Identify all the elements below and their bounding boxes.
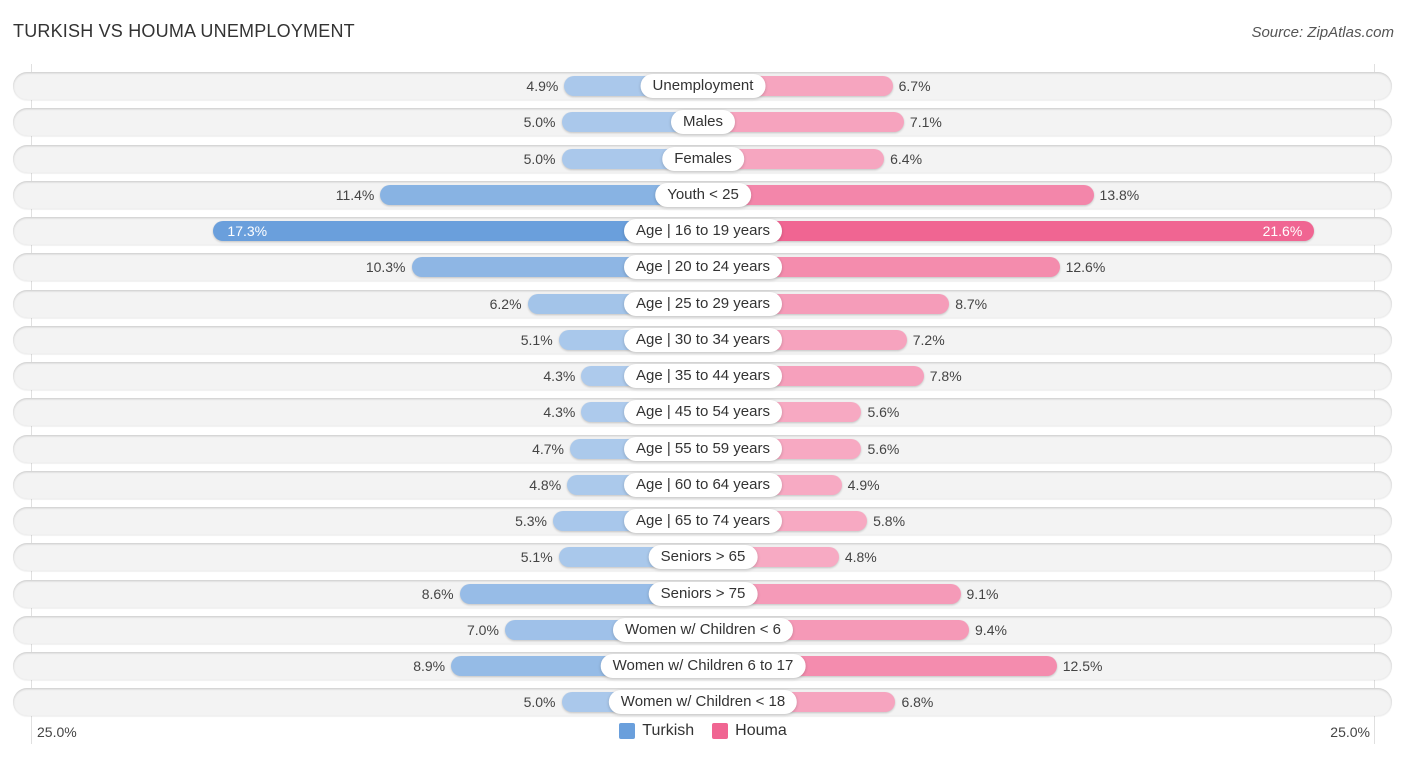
value-label-houma: 4.8%	[844, 549, 877, 566]
value-label-houma: 7.2%	[912, 331, 945, 348]
chart-row: 5.0% 6.8% Women w/ Children < 18	[13, 688, 1392, 717]
legend-label-turkish: Turkish	[642, 722, 695, 739]
category-label: Youth < 25	[655, 182, 751, 207]
value-label-turkish: 17.3%	[227, 223, 268, 239]
category-label: Females	[662, 146, 744, 171]
value-label-houma: 5.6%	[867, 404, 900, 421]
chart-row: 4.9% 6.7% Unemployment	[13, 72, 1392, 100]
value-label-houma: 8.7%	[955, 295, 988, 312]
value-label-houma: 9.4%	[975, 621, 1007, 638]
value-label-turkish: 5.1%	[520, 331, 553, 348]
category-label: Age | 60 to 64 years	[624, 472, 782, 497]
category-label: Age | 20 to 24 years	[624, 255, 782, 280]
source-label: Source: ZipAtlas.com	[1251, 24, 1394, 41]
value-label-houma: 5.8%	[873, 513, 906, 529]
value-label-houma: 4.9%	[847, 476, 880, 493]
value-label-turkish: 4.3%	[543, 368, 576, 384]
legend-swatch-houma	[712, 723, 729, 739]
category-label: Males	[670, 110, 736, 135]
chart-row: 4.3% 7.8% Age | 35 to 44 years	[13, 362, 1392, 390]
value-label-houma: 12.5%	[1062, 658, 1103, 674]
category-label: Age | 16 to 19 years	[624, 219, 782, 243]
value-label-turkish: 6.2%	[489, 295, 522, 312]
chart-title: TURKISH VS HOUMA UNEMPLOYMENT	[13, 21, 355, 41]
bar-houma[interactable]	[703, 184, 1094, 205]
category-label: Women w/ Children < 6	[612, 617, 794, 642]
chart-row: 5.0% 7.1% Males	[13, 108, 1392, 137]
value-label-turkish: 5.3%	[515, 513, 548, 529]
value-label-turkish: 4.9%	[526, 78, 559, 94]
category-label: Seniors > 75	[648, 581, 758, 606]
value-label-houma: 6.4%	[890, 150, 923, 167]
value-label-houma: 13.8%	[1099, 186, 1140, 203]
chart-row: 8.9% 12.5% Women w/ Children 6 to 17	[13, 652, 1392, 680]
value-label-turkish: 4.8%	[529, 476, 562, 493]
legend-item-turkish[interactable]: Turkish	[619, 722, 694, 740]
bar-houma[interactable]	[703, 221, 1315, 241]
legend-item-houma[interactable]: Houma	[712, 722, 787, 740]
chart-row: 4.3% 5.6% Age | 45 to 54 years	[13, 398, 1392, 427]
value-label-houma: 12.6%	[1065, 259, 1106, 276]
chart-row: 17.3% 21.6% Age | 16 to 19 years	[13, 217, 1392, 245]
category-label: Age | 35 to 44 years	[624, 364, 782, 388]
value-label-turkish: 5.1%	[520, 549, 553, 566]
value-label-turkish: 7.0%	[466, 621, 499, 638]
value-label-houma: 6.8%	[901, 694, 934, 711]
category-label: Seniors > 65	[648, 545, 758, 570]
chart-row: 11.4% 13.8% Youth < 25	[13, 180, 1392, 209]
chart-row: 4.8% 4.9% Age | 60 to 64 years	[13, 470, 1392, 499]
value-label-turkish: 8.9%	[413, 658, 446, 674]
value-label-houma: 21.6%	[1262, 223, 1303, 239]
chart-row: 6.2% 8.7% Age | 25 to 29 years	[13, 289, 1392, 318]
chart-row: 5.0% 6.4% Females	[13, 144, 1392, 173]
value-label-houma: 6.7%	[898, 78, 931, 94]
chart-row: 5.1% 4.8% Seniors > 65	[13, 543, 1392, 572]
chart-row: 7.0% 9.4% Women w/ Children < 6	[13, 615, 1392, 644]
chart-row: 8.6% 9.1% Seniors > 75	[13, 579, 1392, 608]
value-label-turkish: 4.3%	[543, 404, 576, 421]
category-label: Women w/ Children < 18	[608, 690, 798, 715]
legend-swatch-turkish	[619, 723, 636, 739]
value-label-turkish: 4.7%	[532, 440, 564, 457]
value-label-turkish: 11.4%	[335, 186, 375, 203]
category-label: Age | 55 to 59 years	[624, 436, 782, 461]
legend: Turkish Houma	[0, 722, 1406, 740]
value-label-turkish: 8.6%	[421, 585, 454, 602]
category-label: Age | 45 to 54 years	[624, 400, 782, 425]
value-label-houma: 7.8%	[929, 368, 962, 384]
value-label-turkish: 10.3%	[365, 259, 406, 276]
value-label-houma: 7.1%	[909, 114, 942, 131]
value-label-turkish: 5.0%	[523, 150, 556, 167]
chart-row: 5.1% 7.2% Age | 30 to 34 years	[13, 325, 1392, 354]
category-label: Age | 30 to 34 years	[624, 327, 782, 352]
category-label: Age | 25 to 29 years	[624, 291, 782, 316]
category-label: Women w/ Children 6 to 17	[600, 654, 806, 678]
legend-label-houma: Houma	[735, 722, 787, 739]
value-label-houma: 9.1%	[966, 585, 999, 602]
chart-row: 10.3% 12.6% Age | 20 to 24 years	[13, 253, 1392, 282]
value-label-houma: 5.6%	[867, 440, 900, 457]
chart-row: 5.3% 5.8% Age | 65 to 74 years	[13, 507, 1392, 535]
chart-row: 4.7% 5.6% Age | 55 to 59 years	[13, 434, 1392, 463]
category-label: Unemployment	[640, 74, 766, 98]
value-label-turkish: 5.0%	[523, 694, 556, 711]
category-label: Age | 65 to 74 years	[624, 509, 782, 533]
value-label-turkish: 5.0%	[523, 114, 556, 131]
